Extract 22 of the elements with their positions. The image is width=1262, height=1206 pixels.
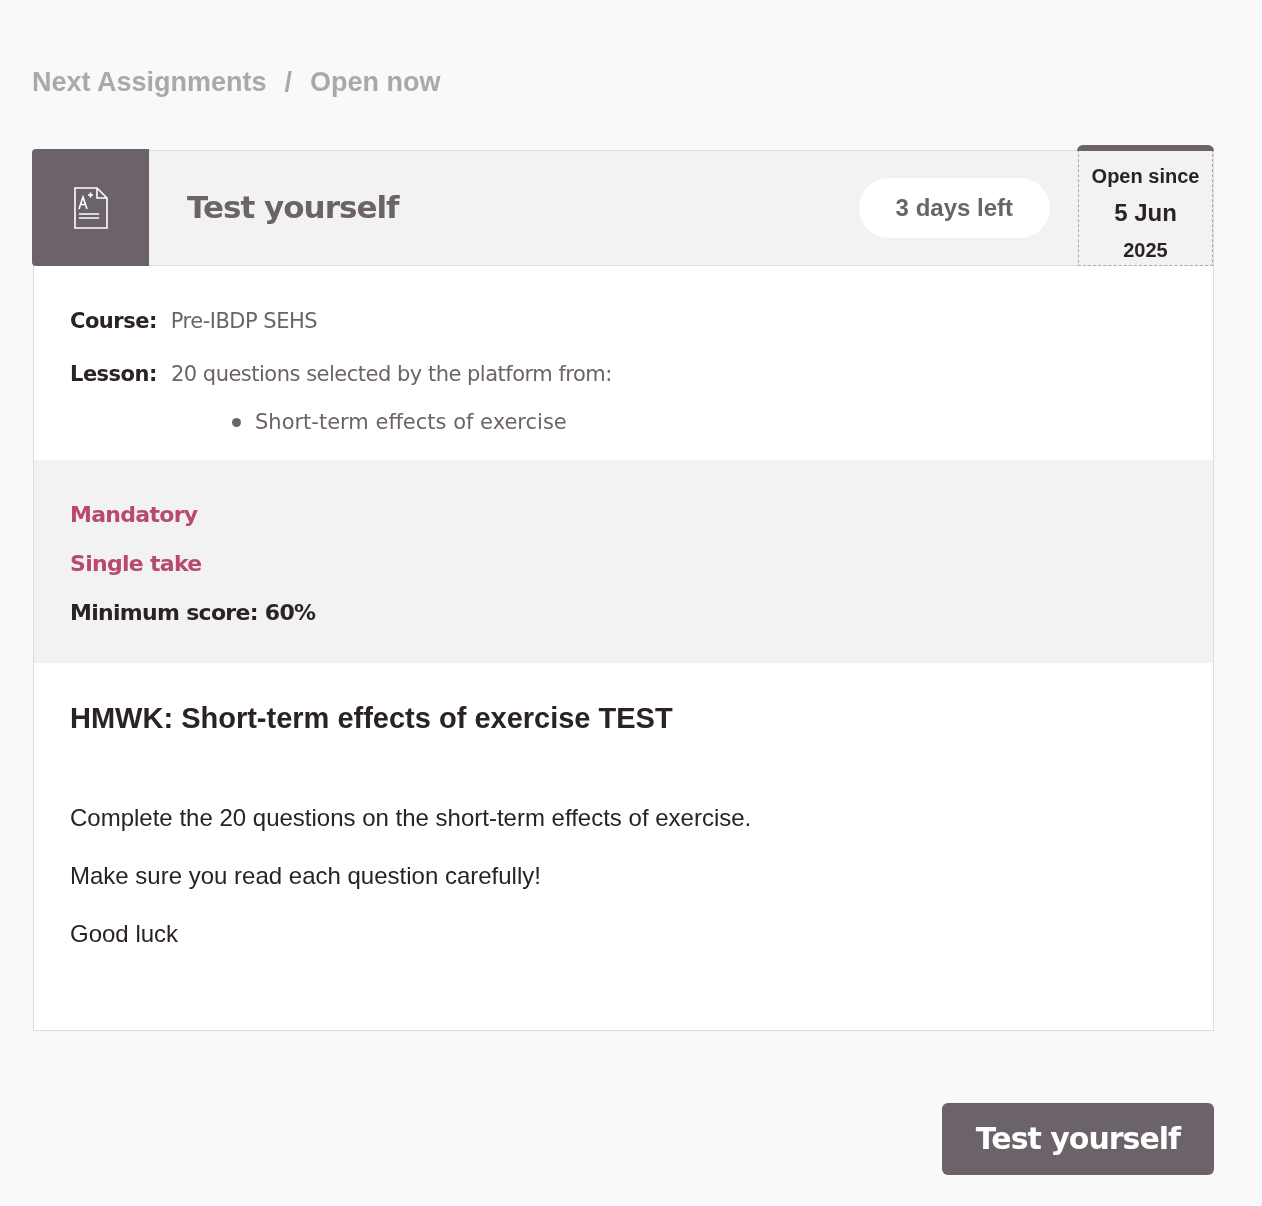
requirement-label: Mandatory [70,502,198,527]
graded-document-icon [73,186,108,229]
description-text: Make sure you read each question carefully! [70,860,542,891]
open-since-date: 5 Jun [1114,197,1177,228]
open-since-year: 2025 [1123,237,1168,263]
description-text: Complete the 20 questions on the short-term effects of exercise. [70,802,753,833]
time-left-badge: 3 days left [858,177,1050,238]
requirement-label: Single take [70,551,202,576]
lesson-value: 20 questions selected by the platform from: [170,361,612,388]
open-since-label: Open since [1091,163,1200,189]
course-value: Pre-IBDP SEHS [170,307,318,335]
course-label: Course: [70,307,157,335]
breadcrumb-item: Open now [310,66,441,99]
minimum-score-label: Minimum score: 60% [70,600,316,625]
description-heading: HMWK: Short-term effects of exercise TEST [70,701,674,736]
breadcrumb-separator: / [284,66,293,99]
test-yourself-button[interactable]: Test yourself [942,1102,1214,1175]
bullet-icon [232,417,241,427]
lesson-label: Lesson: [70,361,157,388]
description-text: Good luck [70,918,180,949]
assignment-title: Test yourself [187,188,399,228]
lesson-topic: Short-term effects of exercise [255,408,567,436]
